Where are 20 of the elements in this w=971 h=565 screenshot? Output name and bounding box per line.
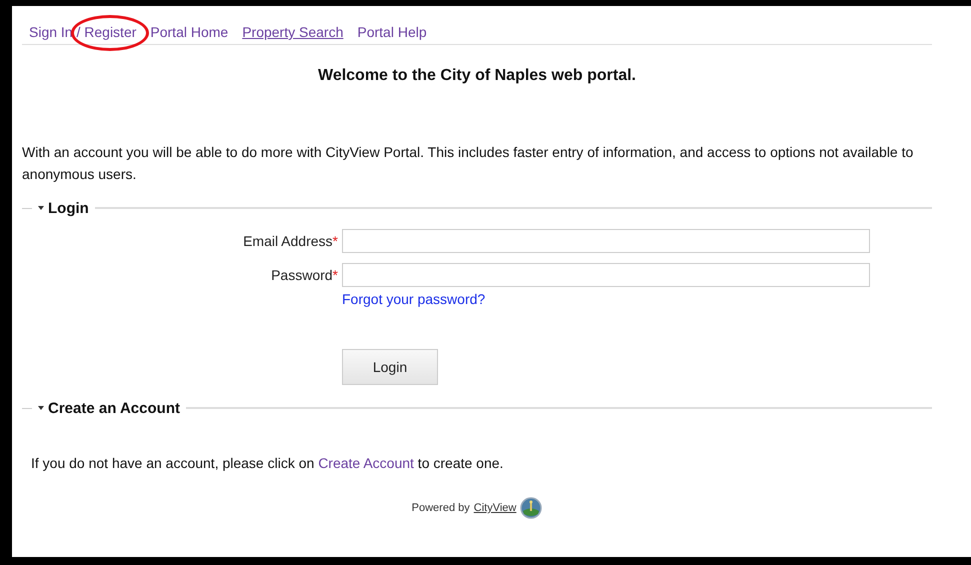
nav-link[interactable]: Portal Home [150, 24, 228, 40]
caret-icon[interactable] [38, 406, 44, 410]
input-field[interactable] [342, 229, 870, 253]
globe-logo-icon [520, 497, 542, 519]
page-title: Welcome to the City of Naples web portal. [317, 67, 637, 85]
input-field[interactable] [342, 263, 870, 287]
create-account-text: If you do not have an account, please click on Create Account to create one. [31, 455, 504, 471]
field-label: Password* [270, 267, 339, 283]
brand-link[interactable]: CityView [474, 502, 516, 514]
nav-link[interactable]: Portal Help [357, 24, 427, 40]
forgot-password-link[interactable]: Forgot your password? [342, 291, 486, 307]
nav-link[interactable]: Property Search [242, 24, 344, 40]
login-button[interactable]: Login [342, 349, 438, 385]
intro-text: With an account you will be able to do more with CityView Portal. This includes faster entry of information, and access to options not available to anonymous users. [22, 143, 914, 184]
section-title[interactable]: Login [48, 200, 89, 216]
field-label: Email Address* [242, 233, 339, 249]
section-title[interactable]: Create an Account [48, 400, 180, 416]
powered-by-text: Powered by [412, 502, 470, 514]
caret-icon[interactable] [38, 206, 44, 210]
create-account-link[interactable]: Create Account [318, 455, 414, 471]
